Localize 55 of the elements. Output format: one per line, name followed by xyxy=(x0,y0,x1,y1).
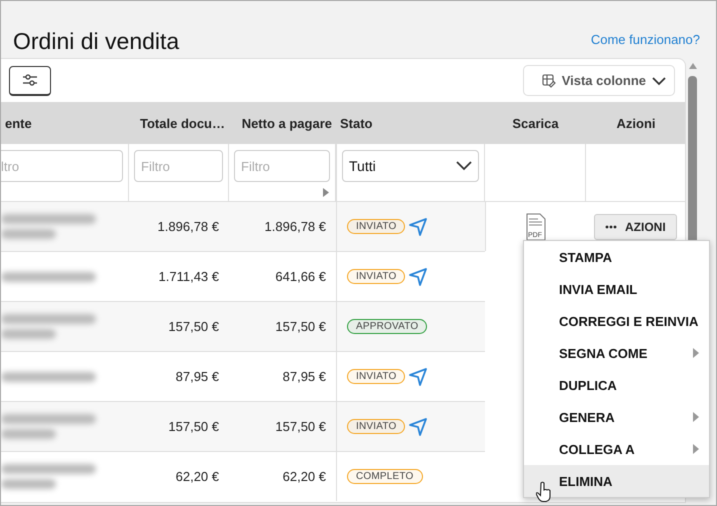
total-amount: 87,95 € xyxy=(176,369,219,384)
status-badge: INVIATO xyxy=(347,419,406,434)
menu-item[interactable]: CORREGGI E REINVIA xyxy=(524,305,709,337)
column-view-button[interactable]: Vista colonne xyxy=(522,65,675,96)
table-row[interactable]: 157,50 € 157,50 € APPROVATO xyxy=(1,301,485,351)
table-row[interactable]: 157,50 € 157,50 € INVIATO xyxy=(1,401,485,451)
net-amount: 157,50 € xyxy=(275,419,326,434)
column-header[interactable]: Scarica xyxy=(485,102,586,144)
status-badge: INVIATO xyxy=(347,219,406,234)
chevron-down-icon xyxy=(652,76,666,86)
menu-item[interactable]: DUPLICA xyxy=(524,369,709,401)
sliders-icon xyxy=(22,73,38,87)
net-amount: 87,95 € xyxy=(282,369,326,384)
menu-item[interactable]: ELIMINA xyxy=(524,465,709,497)
menu-item[interactable]: INVIA EMAIL xyxy=(524,273,709,305)
net-amount: 157,50 € xyxy=(275,319,326,334)
help-link[interactable]: Come funzionano? xyxy=(590,32,700,47)
more-icon xyxy=(605,224,617,228)
actions-button[interactable]: AZIONI xyxy=(594,214,677,240)
column-header[interactable]: ente xyxy=(1,102,129,144)
page-title: Ordini di vendita xyxy=(13,28,180,55)
paper-plane-icon[interactable] xyxy=(408,266,428,286)
status-dropdown[interactable]: Tutti xyxy=(342,150,479,182)
total-amount: 1.711,43 € xyxy=(158,269,219,284)
paper-plane-icon[interactable] xyxy=(408,366,428,386)
status-badge: INVIATO xyxy=(347,269,406,284)
total-amount: 62,20 € xyxy=(176,469,219,484)
net-amount: 62,20 € xyxy=(282,469,326,484)
menu-item[interactable]: COLLEGA A xyxy=(524,433,709,465)
filter-settings-button[interactable] xyxy=(9,66,51,96)
scroll-right-icon[interactable] xyxy=(323,188,329,197)
table-row[interactable]: 1.896,78 € 1.896,78 € INVIATO xyxy=(1,201,485,251)
total-amount: 1.896,78 € xyxy=(158,219,219,234)
column-header[interactable]: Stato xyxy=(336,102,485,144)
paper-plane-icon[interactable] xyxy=(408,216,428,236)
chevron-down-icon xyxy=(456,161,472,171)
column-header[interactable]: Totale docu… xyxy=(129,102,229,144)
menu-item[interactable]: SEGNA COME xyxy=(524,337,709,369)
total-amount: 157,50 € xyxy=(168,419,219,434)
table-row[interactable]: 62,20 € 62,20 € COMPLETO xyxy=(1,451,485,501)
menu-item[interactable]: GENERA xyxy=(524,401,709,433)
table-row[interactable]: 1.711,43 € 641,66 € INVIATO xyxy=(1,251,485,301)
table-row[interactable]: 87,95 € 87,95 € INVIATO xyxy=(1,351,485,401)
table-edit-icon xyxy=(542,74,556,88)
column-header[interactable]: Azioni xyxy=(586,102,685,144)
status-badge: APPROVATO xyxy=(347,319,428,334)
column-header[interactable]: Netto a pagare xyxy=(229,102,336,144)
status-badge: COMPLETO xyxy=(347,469,423,484)
menu-item[interactable]: STAMPA xyxy=(524,241,709,273)
net-amount: 1.896,78 € xyxy=(264,219,326,234)
status-badge: INVIATO xyxy=(347,369,406,384)
total-amount: 157,50 € xyxy=(168,319,219,334)
paper-plane-icon[interactable] xyxy=(408,416,428,436)
net-amount: 641,66 € xyxy=(275,269,326,284)
scroll-up-icon[interactable] xyxy=(688,62,698,70)
